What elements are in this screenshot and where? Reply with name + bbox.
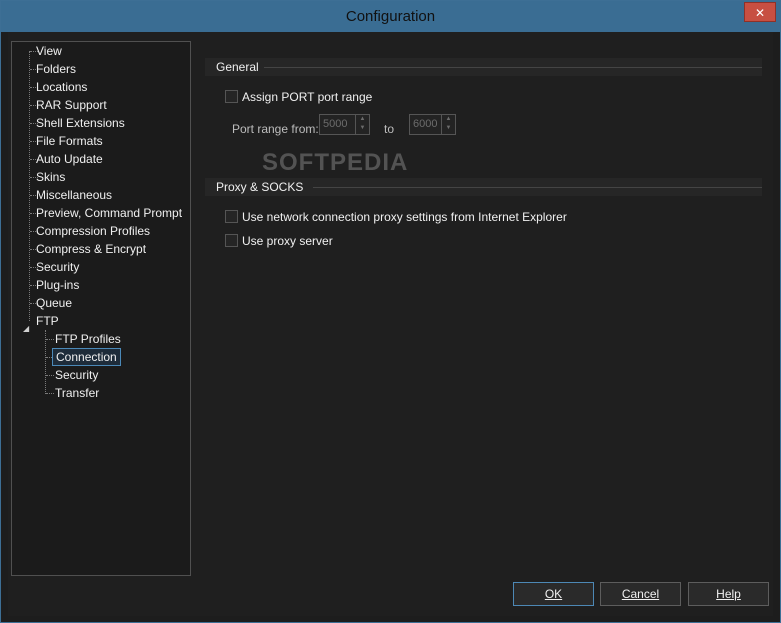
tree-item-plug-ins[interactable]: Plug-ins: [36, 277, 79, 293]
to-label: to: [384, 122, 395, 136]
cancel-button-label: Cancel: [621, 587, 660, 601]
spin-up-icon[interactable]: ▲: [442, 115, 455, 124]
use-proxy-checkbox[interactable]: [225, 234, 238, 247]
window-title: Configuration: [345, 8, 436, 25]
ie-proxy-label: Use network connection proxy settings fr…: [242, 210, 567, 224]
tree-item-ftp[interactable]: FTP: [36, 313, 59, 329]
tree-item-security[interactable]: Security: [36, 259, 79, 275]
cancel-button[interactable]: Cancel: [600, 582, 681, 606]
port-range-from-label: Port range from:: [232, 122, 319, 136]
ie-proxy-checkbox[interactable]: [225, 210, 238, 223]
spin-down-icon[interactable]: ▼: [356, 124, 369, 133]
tree-item-locations[interactable]: Locations: [36, 79, 87, 95]
port-from-value: 5000: [323, 118, 348, 130]
close-icon: ✕: [754, 6, 766, 20]
configuration-window: Configuration ✕ View Folders Locations R…: [0, 0, 781, 623]
title-bar[interactable]: Configuration ✕: [1, 1, 780, 32]
tree-item-file-formats[interactable]: File Formats: [36, 133, 103, 149]
ok-button[interactable]: OK: [513, 582, 594, 606]
ok-button-label: OK: [544, 587, 563, 601]
tree-item-compression-profiles[interactable]: Compression Profiles: [36, 223, 150, 239]
help-button-label: Help: [716, 587, 741, 601]
assign-port-range-label: Assign PORT port range: [242, 90, 373, 104]
tree-item-shell-extensions[interactable]: Shell Extensions: [36, 115, 125, 131]
close-button[interactable]: ✕: [744, 2, 776, 22]
tree-connector: [46, 393, 54, 394]
port-to-spin-buttons[interactable]: ▲ ▼: [441, 115, 455, 134]
tree-item-ftp-security[interactable]: Security: [55, 367, 98, 383]
port-from-spinbox[interactable]: 5000 ▲ ▼: [319, 114, 370, 135]
help-button[interactable]: Help: [688, 582, 769, 606]
tree-connector: [46, 339, 54, 340]
tree-item-ftp-profiles[interactable]: FTP Profiles: [55, 331, 121, 347]
tree-item-skins[interactable]: Skins: [36, 169, 65, 185]
softpedia-watermark: SOFTPEDIA: [262, 149, 409, 176]
tree-item-view[interactable]: View: [36, 43, 62, 59]
tree-item-transfer[interactable]: Transfer: [55, 385, 99, 401]
spin-down-icon[interactable]: ▼: [442, 124, 455, 133]
tree-item-miscellaneous[interactable]: Miscellaneous: [36, 187, 112, 203]
tree-item-auto-update[interactable]: Auto Update: [36, 151, 103, 167]
settings-tree[interactable]: View Folders Locations RAR Support Shell…: [11, 41, 191, 576]
port-to-value: 6000: [413, 118, 438, 130]
tree-item-queue[interactable]: Queue: [36, 295, 72, 311]
group-divider: [264, 67, 762, 68]
tree-connector: [29, 51, 30, 321]
use-proxy-label: Use proxy server: [242, 234, 333, 248]
tree-connector: [46, 375, 54, 376]
tree-item-folders[interactable]: Folders: [36, 61, 76, 77]
tree-item-preview-command-prompt[interactable]: Preview, Command Prompt: [36, 205, 182, 221]
general-header-label: General: [216, 60, 259, 74]
tree-item-connection[interactable]: Connection: [52, 348, 121, 366]
dialog-client-area: View Folders Locations RAR Support Shell…: [8, 32, 773, 616]
spin-up-icon[interactable]: ▲: [356, 115, 369, 124]
collapse-arrow-icon[interactable]: ◢: [23, 324, 32, 333]
group-divider: [313, 187, 762, 188]
tree-item-rar-support[interactable]: RAR Support: [36, 97, 107, 113]
assign-port-range-checkbox[interactable]: [225, 90, 238, 103]
port-from-spin-buttons[interactable]: ▲ ▼: [355, 115, 369, 134]
port-to-spinbox[interactable]: 6000 ▲ ▼: [409, 114, 456, 135]
tree-item-compress-encrypt[interactable]: Compress & Encrypt: [36, 241, 146, 257]
proxy-header-label: Proxy & SOCKS: [216, 180, 304, 194]
